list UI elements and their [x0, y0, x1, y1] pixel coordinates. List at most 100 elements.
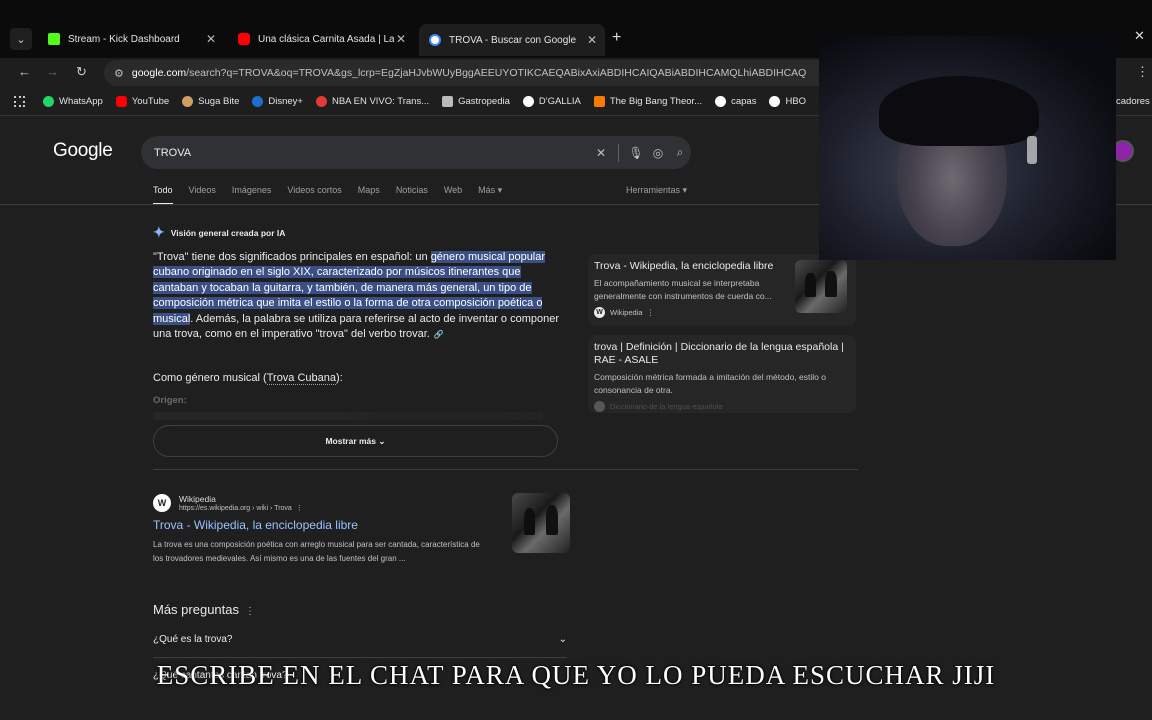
bookmark-label: HBO	[785, 96, 807, 107]
hbo-icon	[769, 96, 781, 107]
close-tab-icon[interactable]: ✕	[394, 32, 408, 46]
suga-bite-icon	[182, 96, 194, 107]
bookmark-hbo[interactable]: HBO	[769, 96, 806, 107]
paa-question-text: ¿Qué es la trova?	[153, 634, 233, 645]
search-icon[interactable]: ⌕	[669, 145, 691, 160]
stream-caption: ESCRIBE EN EL CHAT PARA QUE YO LO PUEDA …	[156, 660, 996, 690]
sparkle-icon: ✦	[153, 224, 165, 240]
bookmark-label: The Big Bang Theor...	[609, 96, 703, 107]
bookmark-cut[interactable]: cadores	[1116, 96, 1150, 107]
gastropedia-icon	[442, 96, 454, 107]
sub-prefix: Como género musical (	[153, 372, 267, 384]
bookmark-nba[interactable]: NBA EN VIVO: Trans...	[315, 96, 430, 107]
paa-title: Más preguntas	[153, 602, 239, 617]
reload-icon[interactable]: ↻	[76, 64, 87, 80]
ai-subheading: Como género musical (Trova Cubana):	[153, 372, 343, 385]
divider	[153, 469, 858, 470]
search-box[interactable]: TROVA ✕ 🎙 ◎ ⌕	[141, 136, 691, 169]
tab-kick-dashboard[interactable]: Stream - Kick Dashboard ✕	[38, 26, 224, 52]
tab-web[interactable]: Web	[444, 185, 462, 205]
source-site-name: Diccionario de la lengua española	[610, 402, 723, 411]
source-site-name: Wikipedia	[610, 308, 643, 317]
musicians-thumbnail[interactable]	[795, 260, 847, 313]
bookmark-label: Suga Bite	[198, 96, 240, 107]
trova-cubana-link[interactable]: Trova Cubana	[266, 372, 337, 385]
tab-videos[interactable]: Videos	[189, 185, 216, 205]
result-title-link[interactable]: Trova - Wikipedia, la enciclopedia libre	[153, 518, 493, 532]
globe-icon	[715, 96, 727, 107]
site-info-icon[interactable]: ⚙	[114, 67, 124, 80]
close-window-icon[interactable]: ✕	[1134, 28, 1145, 44]
show-more-label: Mostrar más	[325, 436, 377, 446]
bookmark-dgallia[interactable]: D'GALLIA	[522, 96, 581, 107]
forward-icon[interactable]: →	[46, 64, 59, 79]
tab-title: Una clásica Carnita Asada | La C	[258, 33, 394, 45]
sub-suffix: ):	[336, 372, 343, 384]
lens-icon[interactable]: ◎	[647, 146, 669, 160]
blogger-icon	[593, 96, 605, 107]
result-url-text: https://es.wikipedia.org › wiki › Trova	[179, 505, 292, 512]
ai-overview-text: "Trova" tiene dos significados principal…	[153, 250, 561, 342]
bookmark-label: D'GALLIA	[538, 96, 581, 107]
source-title[interactable]: trova | Definición | Diccionario de la l…	[594, 341, 844, 367]
ai-overview-header: ✦ Visión general creada por IA	[153, 224, 285, 241]
bookmark-whatsapp[interactable]: WhatsApp	[43, 96, 103, 107]
people-also-ask-heading: Más preguntas ⋮	[153, 602, 255, 617]
search-input[interactable]: TROVA	[154, 147, 590, 159]
bookmark-suga-bite[interactable]: Suga Bite	[182, 96, 239, 107]
tab-search-button[interactable]: ⌄	[10, 28, 32, 50]
paa-question[interactable]: ¿Qué es la trova? ⌄	[153, 634, 567, 658]
new-tab-button[interactable]: +	[612, 29, 621, 47]
tab-todo[interactable]: Todo	[153, 185, 173, 205]
play-icon	[315, 96, 327, 107]
bookmark-label: YouTube	[131, 96, 170, 107]
tab-trova-google[interactable]: TROVA - Buscar con Google ✕	[419, 24, 605, 56]
tab-noticias[interactable]: Noticias	[396, 185, 428, 205]
more-options-icon[interactable]: ⋮	[245, 606, 255, 617]
source-card-rae[interactable]: trova | Definición | Diccionario de la l…	[588, 335, 856, 413]
source-site: Diccionario de la lengua española	[594, 401, 850, 412]
clear-icon[interactable]: ✕	[590, 146, 612, 160]
bookmark-capas[interactable]: capas	[715, 96, 756, 107]
bookmark-youtube[interactable]: YouTube	[115, 96, 170, 107]
tab-imagenes[interactable]: Imágenes	[232, 185, 272, 205]
ai-text-start: "Trova" tiene dos significados principal…	[153, 251, 431, 263]
tab-mas[interactable]: Más ▾	[478, 185, 502, 205]
streamer-hair	[879, 76, 1039, 146]
tab-carnita-asada[interactable]: Una clásica Carnita Asada | La C ✕	[228, 26, 414, 52]
tab-videos-cortos[interactable]: Videos cortos	[287, 185, 341, 205]
headset-icon	[1027, 136, 1037, 164]
url-path: /search?q=TROVA&oq=TROVA&gs_lcrp=EgZjaHJ…	[186, 67, 807, 79]
source-title[interactable]: Trova - Wikipedia, la enciclopedia libre	[594, 260, 784, 273]
menu-icon[interactable]: ⋮	[1136, 64, 1149, 80]
result-site[interactable]: W Wikipedia https://es.wikipedia.org › w…	[153, 494, 493, 512]
search-result: W Wikipedia https://es.wikipedia.org › w…	[153, 494, 493, 565]
apps-icon[interactable]	[14, 96, 30, 107]
rae-icon	[594, 401, 605, 412]
kick-icon	[48, 33, 60, 45]
result-thumbnail[interactable]	[512, 493, 570, 553]
chevron-down-icon: ⌄	[558, 634, 567, 645]
ai-text-end: . Además, la palabra se utiliza para ref…	[153, 312, 559, 341]
bookmark-gastropedia[interactable]: Gastropedia	[442, 96, 510, 107]
globe-icon	[522, 96, 534, 107]
microphone-icon[interactable]: 🎙	[625, 146, 647, 160]
bookmark-big-bang[interactable]: The Big Bang Theor...	[593, 96, 703, 107]
back-icon[interactable]: ←	[18, 64, 31, 79]
result-snippet: La trova es una composición poética con …	[153, 540, 480, 563]
google-logo[interactable]: Google	[53, 140, 113, 162]
webcam-overlay	[819, 36, 1116, 260]
tools-button[interactable]: Herramientas ▾	[626, 185, 687, 196]
bookmark-disney[interactable]: Disney+	[252, 96, 303, 107]
url-domain: google.com	[131, 67, 187, 79]
youtube-icon	[115, 96, 127, 107]
tab-maps[interactable]: Maps	[358, 185, 380, 205]
link-icon[interactable]: 🔗	[434, 327, 444, 342]
close-tab-icon[interactable]: ✕	[585, 33, 599, 47]
close-tab-icon[interactable]: ✕	[204, 32, 218, 46]
bookmark-label: cadores	[1116, 96, 1150, 107]
bookmark-label: NBA EN VIVO: Trans...	[331, 96, 430, 107]
wikipedia-icon: W	[594, 307, 605, 318]
show-more-button[interactable]: Mostrar más ⌄	[153, 425, 558, 457]
result-site-name: Wikipedia	[179, 494, 216, 504]
